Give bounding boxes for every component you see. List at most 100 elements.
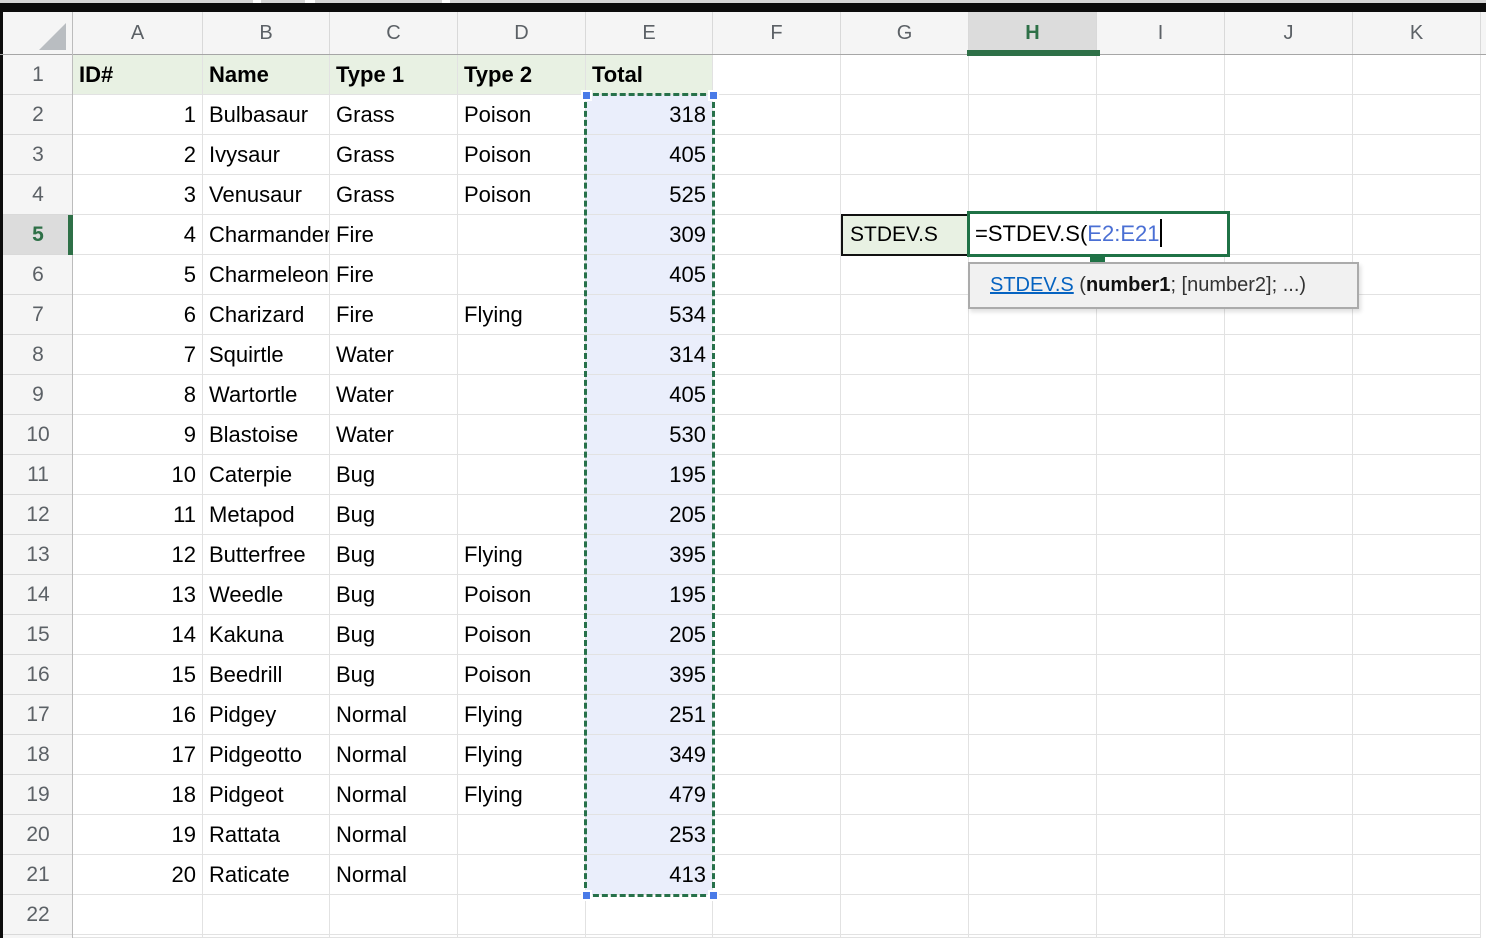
column-header-F[interactable]: F: [713, 12, 841, 54]
column-header-D[interactable]: D: [458, 12, 586, 54]
cell-I16[interactable]: [1097, 655, 1225, 695]
cell-B15[interactable]: Kakuna: [203, 615, 330, 655]
cell-K9[interactable]: [1353, 375, 1481, 415]
cell-C20[interactable]: Normal: [330, 815, 458, 855]
cell-J21[interactable]: [1225, 855, 1353, 895]
cell-G17[interactable]: [841, 695, 969, 735]
cell-D10[interactable]: [458, 415, 586, 455]
cell-F4[interactable]: [713, 175, 841, 215]
cell-J17[interactable]: [1225, 695, 1353, 735]
cell-C5[interactable]: Fire: [330, 215, 458, 255]
cell-E13[interactable]: 395: [586, 535, 713, 575]
cell-F17[interactable]: [713, 695, 841, 735]
cell-F5[interactable]: [713, 215, 841, 255]
cell-C15[interactable]: Bug: [330, 615, 458, 655]
select-all-corner-icon[interactable]: [39, 23, 66, 50]
cell-A9[interactable]: 8: [73, 375, 203, 415]
cell-K21[interactable]: [1353, 855, 1481, 895]
cell-D1[interactable]: Type 2: [458, 55, 586, 95]
cell-E9[interactable]: 405: [586, 375, 713, 415]
row-header-20[interactable]: 20: [3, 815, 73, 855]
column-header-G[interactable]: G: [841, 12, 969, 54]
row-header-7[interactable]: 7: [3, 295, 73, 335]
cell-C1[interactable]: Type 1: [330, 55, 458, 95]
cell-C18[interactable]: Normal: [330, 735, 458, 775]
cell-G22[interactable]: [841, 895, 969, 935]
cell-E22[interactable]: [586, 895, 713, 935]
cell-K8[interactable]: [1353, 335, 1481, 375]
cell-A20[interactable]: 19: [73, 815, 203, 855]
cell-E17[interactable]: 251: [586, 695, 713, 735]
cell-F11[interactable]: [713, 455, 841, 495]
cell-B18[interactable]: Pidgeotto: [203, 735, 330, 775]
cell-D12[interactable]: [458, 495, 586, 535]
cell-G14[interactable]: [841, 575, 969, 615]
function-name-link[interactable]: STDEV.S: [990, 274, 1074, 296]
cell-E15[interactable]: 205: [586, 615, 713, 655]
cell-A2[interactable]: 1: [73, 95, 203, 135]
cell-D22[interactable]: [458, 895, 586, 935]
cell-F6[interactable]: [713, 255, 841, 295]
cell-I20[interactable]: [1097, 815, 1225, 855]
cell-K4[interactable]: [1353, 175, 1481, 215]
cell-H4[interactable]: [969, 175, 1097, 215]
row-header-17[interactable]: 17: [3, 695, 73, 735]
cell-A22[interactable]: [73, 895, 203, 935]
column-header-E[interactable]: E: [586, 12, 713, 54]
row-header-8[interactable]: 8: [3, 335, 73, 375]
selection-handle-bottom-right[interactable]: [708, 890, 719, 901]
cell-J13[interactable]: [1225, 535, 1353, 575]
cell-E1[interactable]: Total: [586, 55, 713, 95]
cell-G7[interactable]: [841, 295, 969, 335]
cell-K2[interactable]: [1353, 95, 1481, 135]
column-header-A[interactable]: A: [73, 12, 203, 54]
cell-D19[interactable]: Flying: [458, 775, 586, 815]
cell-C14[interactable]: Bug: [330, 575, 458, 615]
cell-D3[interactable]: Poison: [458, 135, 586, 175]
cell-E2[interactable]: 318: [586, 95, 713, 135]
cell-D7[interactable]: Flying: [458, 295, 586, 335]
cell-D20[interactable]: [458, 815, 586, 855]
cell-J16[interactable]: [1225, 655, 1353, 695]
cell-I21[interactable]: [1097, 855, 1225, 895]
cell-A19[interactable]: 18: [73, 775, 203, 815]
cell-F21[interactable]: [713, 855, 841, 895]
cell-J4[interactable]: [1225, 175, 1353, 215]
row-header-16[interactable]: 16: [3, 655, 73, 695]
cell-D18[interactable]: Flying: [458, 735, 586, 775]
cell-B3[interactable]: Ivysaur: [203, 135, 330, 175]
cell-I8[interactable]: [1097, 335, 1225, 375]
cell-B9[interactable]: Wartortle: [203, 375, 330, 415]
cell-F19[interactable]: [713, 775, 841, 815]
cell-G5-label[interactable]: STDEV.S: [841, 214, 969, 256]
cell-H17[interactable]: [969, 695, 1097, 735]
cell-F18[interactable]: [713, 735, 841, 775]
cell-E6[interactable]: 405: [586, 255, 713, 295]
cell-E3[interactable]: 405: [586, 135, 713, 175]
cell-F20[interactable]: [713, 815, 841, 855]
cell-F8[interactable]: [713, 335, 841, 375]
cell-F22[interactable]: [713, 895, 841, 935]
cell-A4[interactable]: 3: [73, 175, 203, 215]
cell-A16[interactable]: 15: [73, 655, 203, 695]
column-header-K[interactable]: K: [1353, 12, 1481, 54]
selection-handle-bottom-left[interactable]: [581, 890, 592, 901]
cell-K17[interactable]: [1353, 695, 1481, 735]
cell-C9[interactable]: Water: [330, 375, 458, 415]
cell-C12[interactable]: Bug: [330, 495, 458, 535]
cell-C10[interactable]: Water: [330, 415, 458, 455]
cell-G2[interactable]: [841, 95, 969, 135]
cell-B7[interactable]: Charizard: [203, 295, 330, 335]
cell-G10[interactable]: [841, 415, 969, 455]
cell-B21[interactable]: Raticate: [203, 855, 330, 895]
cell-F15[interactable]: [713, 615, 841, 655]
cell-B22[interactable]: [203, 895, 330, 935]
cell-J2[interactable]: [1225, 95, 1353, 135]
cell-D6[interactable]: [458, 255, 586, 295]
cell-G9[interactable]: [841, 375, 969, 415]
cell-A6[interactable]: 5: [73, 255, 203, 295]
cell-B10[interactable]: Blastoise: [203, 415, 330, 455]
cell-D5[interactable]: [458, 215, 586, 255]
cell-E12[interactable]: 205: [586, 495, 713, 535]
cell-I19[interactable]: [1097, 775, 1225, 815]
